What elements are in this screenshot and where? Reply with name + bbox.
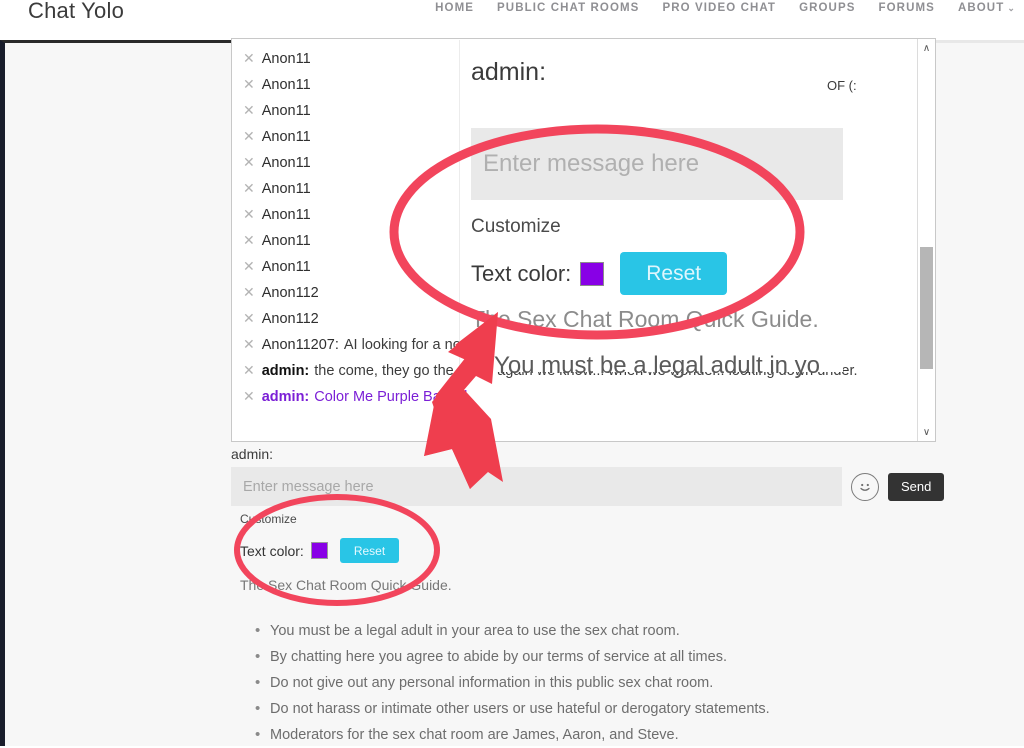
site-header: Chat Yolo HOME PUBLIC CHAT ROOMS PRO VID… xyxy=(0,0,1024,32)
delete-message-icon[interactable]: ✕ xyxy=(243,45,255,71)
nav-item-public-chat-rooms[interactable]: PUBLIC CHAT ROOMS xyxy=(497,2,639,14)
magnified-text-color-label: Text color: xyxy=(471,260,572,286)
chat-message-username: Anon11 xyxy=(261,181,311,197)
message-composer: admin: Send xyxy=(231,444,945,506)
chat-message-username: Anon11 xyxy=(261,155,311,171)
customize-section: Customize Text color: Reset The Sex Chat… xyxy=(240,512,660,593)
chat-scrollbar[interactable]: ∧ ∨ xyxy=(917,39,935,441)
chat-message-row: ✕ admin: Color Me Purple BatGirl xyxy=(232,383,917,409)
delete-message-icon[interactable]: ✕ xyxy=(243,201,255,227)
nav-item-groups[interactable]: GROUPS xyxy=(799,2,855,14)
magnified-composer-username: admin: xyxy=(471,58,547,86)
chat-message-username: admin: xyxy=(261,389,310,405)
nav-item-forums-label: FORUMS xyxy=(878,2,935,14)
magnified-customize-title: Customize xyxy=(471,216,561,237)
scrollbar-thumb[interactable] xyxy=(920,247,933,369)
customize-title: Customize xyxy=(240,512,297,526)
delete-message-icon[interactable]: ✕ xyxy=(243,71,255,97)
quick-guide-link[interactable]: The Sex Chat Room Quick Guide. xyxy=(240,577,660,593)
chat-rule-text: By chatting here you agree to abide by o… xyxy=(270,649,727,665)
magnified-tail-text: OF (: xyxy=(827,78,857,93)
delete-message-icon[interactable]: ✕ xyxy=(243,175,255,201)
nav-item-about-label: ABOUT xyxy=(957,2,1005,14)
site-brand[interactable]: Chat Yolo xyxy=(28,0,124,24)
chat-message-username: Anon11 xyxy=(261,51,311,67)
chat-message-username: Anon112 xyxy=(261,285,319,301)
chat-message-username: admin: xyxy=(261,363,310,379)
chat-rule-item: • Moderators for the sex chat room are Ja… xyxy=(255,722,955,748)
delete-message-icon[interactable]: ✕ xyxy=(243,227,255,253)
nav-item-home[interactable]: HOME xyxy=(435,2,474,14)
scroll-down-icon[interactable]: ∨ xyxy=(918,423,935,441)
text-color-row: Text color: Reset xyxy=(240,538,660,563)
send-button[interactable]: Send xyxy=(888,472,945,501)
chat-message-username: Anon11 xyxy=(261,77,311,93)
magnified-message-placeholder: Enter message here xyxy=(483,150,700,177)
magnified-text-color-row: Text color: Reset xyxy=(471,252,728,295)
delete-message-icon[interactable]: ✕ xyxy=(243,305,255,331)
bullet-icon: • xyxy=(255,622,261,639)
nav-item-forums[interactable]: FORUMS xyxy=(879,2,935,14)
delete-message-icon[interactable]: ✕ xyxy=(243,357,255,383)
nav-item-groups-label: GROUPS xyxy=(799,2,856,14)
chat-rule-item: • Do not harass or intimate other users o… xyxy=(255,696,955,722)
chat-message-username: Anon11 xyxy=(261,207,311,223)
main-navigation: HOME PUBLIC CHAT ROOMS PRO VIDEO CHAT GR… xyxy=(435,2,1016,14)
delete-message-icon[interactable]: ✕ xyxy=(243,97,255,123)
chat-rules-list: • You must be a legal adult in your area … xyxy=(255,618,955,748)
composer-row: Send xyxy=(231,467,945,506)
message-input[interactable] xyxy=(231,467,842,506)
delete-message-icon[interactable]: ✕ xyxy=(243,253,255,279)
nav-item-pro-video-chat[interactable]: PRO VIDEO CHAT xyxy=(662,2,776,14)
bullet-icon: • xyxy=(255,648,261,665)
magnified-quick-guide-link[interactable]: The Sex Chat Room Quick Guide. xyxy=(471,306,819,333)
chat-message-username: Anon11 xyxy=(261,129,311,145)
bullet-icon: • xyxy=(255,674,261,691)
chat-rule-item: • You must be a legal adult in your area … xyxy=(255,618,955,644)
chat-rule-item: • Do not give out any personal informatio… xyxy=(255,670,955,696)
delete-message-icon[interactable]: ✕ xyxy=(243,279,255,305)
magnified-rule-excerpt: • You must be a legal adult in yo xyxy=(478,352,820,380)
reset-button[interactable]: Reset xyxy=(339,538,400,563)
chat-rule-text: Moderators for the sex chat room are Jam… xyxy=(270,727,679,743)
nav-item-pro-video-chat-label: PRO VIDEO CHAT xyxy=(662,2,777,14)
chat-message-username: Anon112 xyxy=(261,311,319,327)
chat-message-username: Anon11207: xyxy=(261,337,339,353)
magnified-color-swatch-button[interactable] xyxy=(580,261,605,286)
smiley-face-icon[interactable] xyxy=(851,472,879,501)
chat-message-text: Color Me Purple BatGirl xyxy=(314,389,468,405)
chat-rule-item: • By chatting here you agree to abide by … xyxy=(255,644,955,670)
delete-message-icon[interactable]: ✕ xyxy=(243,123,255,149)
chat-message-username: Anon11 xyxy=(261,103,311,119)
nav-item-home-label: HOME xyxy=(435,2,475,14)
text-color-label: Text color: xyxy=(240,542,304,559)
chat-message-username: Anon11 xyxy=(261,233,311,249)
delete-message-icon[interactable]: ✕ xyxy=(243,149,255,175)
nav-item-about[interactable]: ABOUT ⌄ xyxy=(958,2,1016,14)
chat-rule-text: You must be a legal adult in your area t… xyxy=(270,623,680,639)
scroll-up-icon[interactable]: ∧ xyxy=(918,39,935,57)
magnified-reset-button[interactable]: Reset xyxy=(620,252,728,295)
chat-rule-text: Do not give out any personal information… xyxy=(270,675,714,691)
chevron-down-icon: ⌄ xyxy=(1007,3,1016,13)
color-swatch-button[interactable] xyxy=(310,542,328,559)
delete-message-icon[interactable]: ✕ xyxy=(243,331,255,357)
magnified-rule-text: You must be a legal adult in yo xyxy=(494,352,821,379)
chat-rule-text: Do not harass or intimate other users or… xyxy=(270,701,770,717)
magnified-bullet-icon: • xyxy=(478,356,486,378)
bullet-icon: • xyxy=(255,726,261,743)
composer-username: admin: xyxy=(231,446,274,462)
bullet-icon: • xyxy=(255,700,261,717)
delete-message-icon[interactable]: ✕ xyxy=(243,383,255,409)
nav-item-public-chat-rooms-label: PUBLIC CHAT ROOMS xyxy=(497,2,640,14)
magnified-overlay-panel: admin: Enter message here Customize Text… xyxy=(459,40,843,372)
chat-message-username: Anon11 xyxy=(261,259,311,275)
